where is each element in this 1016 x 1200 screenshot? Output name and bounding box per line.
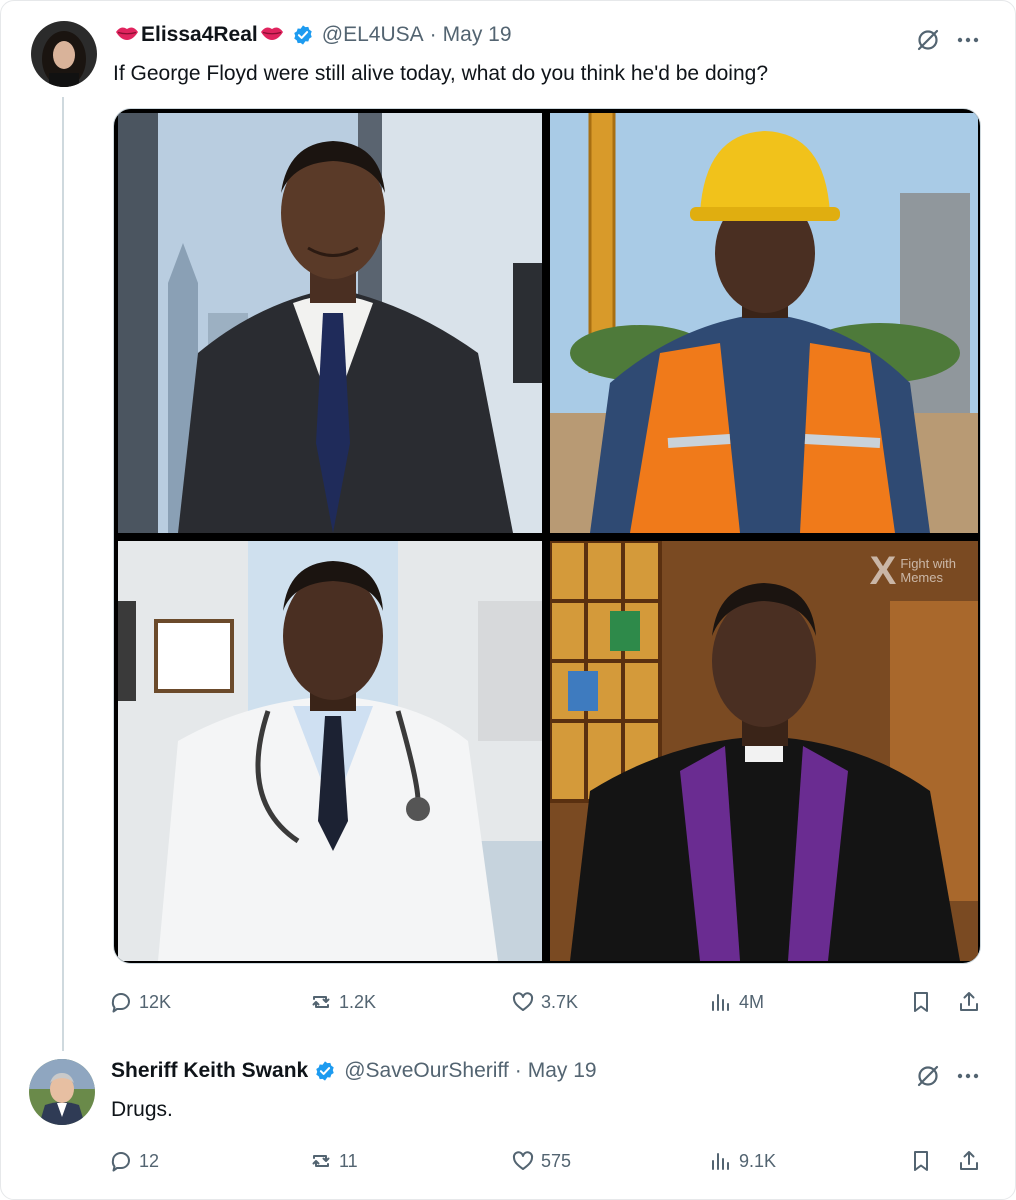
reply-button[interactable]: 12K [109,987,171,1017]
like-button[interactable]: 575 [511,1146,571,1176]
tweet-actions: 12K 1.2K 3.7K 4M [109,987,989,1017]
x-logo-icon: X [869,549,897,593]
reply-header: Sheriff Keith Swank @SaveOurSheriff · Ma… [111,1059,597,1083]
thread-line [62,97,64,1051]
bookmark-button[interactable] [909,1146,933,1176]
views-button[interactable]: 4M [709,987,764,1017]
lips-emoji-icon [260,23,284,47]
tweet-text: If George Floyd were still alive today, … [113,62,768,85]
verified-badge-icon [314,1060,336,1082]
reply-date[interactable]: May 19 [528,1059,597,1083]
more-options-icon[interactable] [957,36,979,44]
reply-button[interactable]: 12 [109,1146,159,1176]
reply-icon [111,993,130,1013]
reply-author-avatar[interactable] [29,1059,95,1125]
share-icon [960,992,978,1011]
bookmark-icon [914,1151,928,1171]
reply-icon [111,1152,130,1172]
tweet-media[interactable]: X Fight with Memes [113,108,981,964]
author-name[interactable]: Elissa4Real [113,23,286,47]
tweet-thread: Elissa4Real @EL4USA · May 19 If George F… [0,0,1016,1200]
more-options-icon[interactable] [957,1072,979,1080]
reply-actions: 12 11 575 9.1K [109,1146,989,1176]
image-businessman[interactable] [118,113,542,533]
bookmark-icon [914,992,928,1012]
reply-author-handle[interactable]: @SaveOurSheriff [344,1059,509,1083]
verified-badge-icon [292,24,314,46]
image-doctor[interactable] [118,541,542,961]
reply-text: Drugs. [111,1098,173,1121]
grok-icon[interactable] [915,1063,941,1089]
bookmark-button[interactable] [909,987,933,1017]
like-button[interactable]: 3.7K [511,987,578,1017]
views-chart-icon [712,994,729,1011]
share-button[interactable] [957,987,981,1017]
author-avatar[interactable] [31,21,97,87]
views-chart-icon [712,1153,729,1170]
repost-button[interactable]: 11 [309,1146,358,1176]
separator-dot: · [514,1059,522,1082]
tweet-header: Elissa4Real @EL4USA · May 19 [113,23,512,47]
reply-top-actions [915,1063,979,1089]
views-button[interactable]: 9.1K [709,1146,776,1176]
share-icon [960,1151,978,1170]
image-pastor[interactable]: X Fight with Memes [550,541,978,961]
lips-emoji-icon [115,23,139,47]
share-button[interactable] [957,1146,981,1176]
watermark: X Fight with Memes [869,549,956,593]
tweet-top-actions [915,27,979,53]
heart-icon [512,1151,534,1170]
reply-author-name[interactable]: Sheriff Keith Swank [111,1059,308,1083]
separator-dot: · [429,23,437,46]
tweet-date[interactable]: May 19 [443,23,512,47]
repost-icon [312,996,330,1008]
grok-icon[interactable] [915,27,941,53]
author-handle[interactable]: @EL4USA [322,23,424,47]
repost-icon [312,1155,330,1167]
image-construction-worker[interactable] [550,113,978,533]
heart-icon [512,992,534,1011]
repost-button[interactable]: 1.2K [309,987,376,1017]
